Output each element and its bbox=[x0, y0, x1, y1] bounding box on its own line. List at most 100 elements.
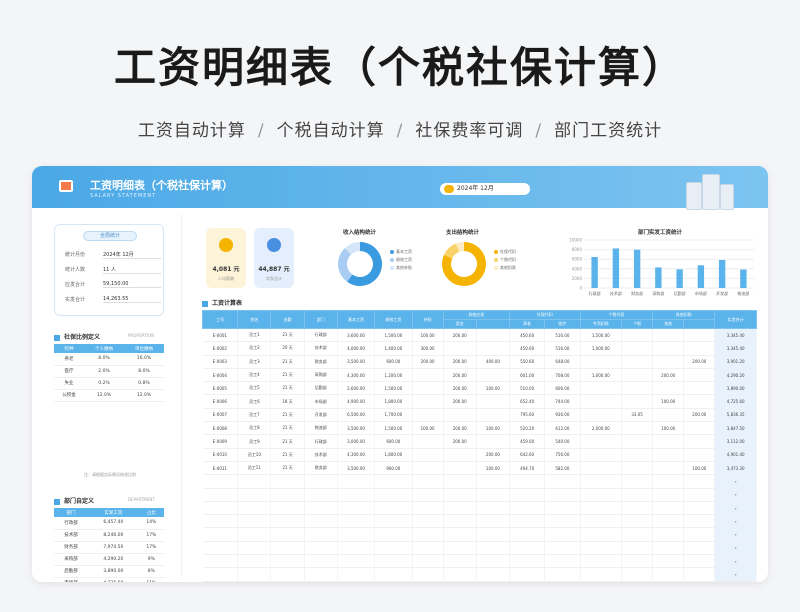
table-cell[interactable]: 技术部 bbox=[304, 341, 338, 356]
table-cell[interactable] bbox=[304, 554, 338, 569]
table-cell[interactable]: 200.00 bbox=[443, 421, 477, 436]
table-cell[interactable]: 8.0% bbox=[84, 353, 124, 366]
table-cell[interactable]: 员工3 bbox=[237, 355, 272, 369]
table-cell[interactable] bbox=[652, 501, 685, 516]
table-cell[interactable] bbox=[580, 567, 623, 582]
table-cell[interactable] bbox=[652, 434, 685, 449]
table-cell[interactable] bbox=[304, 501, 338, 516]
table-cell[interactable] bbox=[443, 527, 477, 542]
table-cell[interactable]: 失业 bbox=[54, 377, 84, 390]
table-cell[interactable] bbox=[237, 474, 272, 489]
table-cell[interactable] bbox=[621, 461, 654, 476]
table-cell[interactable]: 8,246.00 bbox=[88, 529, 139, 542]
table-cell[interactable] bbox=[621, 488, 654, 502]
table-cell[interactable]: 后勤部 bbox=[304, 381, 338, 396]
table-cell[interactable]: 540.00 bbox=[544, 434, 581, 449]
table-cell[interactable] bbox=[443, 567, 477, 582]
table-cell[interactable] bbox=[652, 341, 685, 356]
table-cell[interactable]: 8% bbox=[138, 565, 164, 578]
table-cell[interactable] bbox=[621, 567, 654, 582]
table-cell[interactable] bbox=[652, 567, 685, 582]
table-cell[interactable]: 200.00 bbox=[443, 368, 477, 383]
table-cell[interactable] bbox=[509, 488, 546, 502]
table-cell[interactable]: ▾ bbox=[714, 527, 757, 542]
table-cell[interactable]: 1,500.00 bbox=[374, 328, 413, 343]
table-cell[interactable]: 200.00 bbox=[652, 368, 685, 383]
table-cell[interactable]: 200.00 bbox=[443, 355, 477, 369]
table-cell[interactable]: 5,836.35 bbox=[714, 408, 757, 423]
table-cell[interactable] bbox=[374, 567, 413, 582]
table-cell[interactable]: 100.00 bbox=[476, 381, 511, 396]
table-cell[interactable] bbox=[580, 541, 623, 556]
table-cell[interactable]: 21 天 bbox=[270, 461, 305, 476]
table-cell[interactable] bbox=[652, 381, 685, 396]
table-cell[interactable]: 744.00 bbox=[544, 394, 581, 409]
table-cell[interactable]: 后勤部 bbox=[54, 565, 89, 578]
table-cell[interactable] bbox=[476, 341, 511, 356]
table-cell[interactable] bbox=[412, 527, 444, 542]
table-cell[interactable]: E-0002 bbox=[202, 341, 239, 356]
table-cell[interactable]: 6,457.40 bbox=[88, 517, 139, 530]
table-cell[interactable] bbox=[337, 567, 376, 582]
table-cell[interactable]: 18 天 bbox=[270, 394, 305, 409]
table-cell[interactable] bbox=[337, 501, 376, 516]
table-cell[interactable]: 100.00 bbox=[476, 421, 511, 436]
table-cell[interactable]: 21 天 bbox=[270, 408, 305, 423]
table-cell[interactable]: 技术部 bbox=[304, 448, 338, 462]
table-cell[interactable] bbox=[374, 474, 413, 489]
table-cell[interactable] bbox=[580, 394, 623, 409]
table-cell[interactable] bbox=[202, 527, 239, 542]
table-cell[interactable] bbox=[580, 448, 623, 462]
table-cell[interactable]: 550.60 bbox=[509, 355, 546, 369]
table-cell[interactable] bbox=[621, 554, 654, 569]
table-cell[interactable]: 21 天 bbox=[270, 421, 305, 436]
table-cell[interactable]: 648.00 bbox=[544, 355, 581, 369]
table-cell[interactable] bbox=[652, 355, 685, 369]
table-cell[interactable]: 2.0% bbox=[84, 365, 124, 378]
table-cell[interactable] bbox=[237, 501, 272, 516]
table-cell[interactable]: 200.00 bbox=[443, 381, 477, 396]
table-cell[interactable]: 3,473.30 bbox=[714, 461, 757, 476]
table-cell[interactable] bbox=[652, 527, 685, 542]
table-cell[interactable] bbox=[270, 541, 305, 556]
table-cell[interactable]: 2,000.00 bbox=[580, 421, 623, 436]
table-cell[interactable]: 1,400.00 bbox=[374, 341, 413, 356]
table-cell[interactable] bbox=[509, 474, 546, 489]
table-cell[interactable]: E-0008 bbox=[202, 421, 239, 436]
table-cell[interactable]: 3,847.50 bbox=[714, 421, 757, 436]
table-cell[interactable] bbox=[412, 501, 444, 516]
table-cell[interactable]: 450.60 bbox=[509, 341, 546, 356]
table-cell[interactable] bbox=[652, 514, 685, 529]
table-cell[interactable] bbox=[509, 527, 546, 542]
table-cell[interactable]: 技术部 bbox=[54, 529, 89, 542]
table-cell[interactable]: E-0011 bbox=[202, 461, 239, 476]
table-cell[interactable] bbox=[202, 514, 239, 529]
month-selector[interactable]: 2024年 12月 bbox=[440, 183, 530, 195]
table-cell[interactable]: 17% bbox=[138, 541, 164, 554]
table-cell[interactable]: ▾ bbox=[714, 514, 757, 529]
table-cell[interactable]: 16.0% bbox=[124, 353, 164, 366]
table-cell[interactable] bbox=[412, 541, 444, 556]
table-cell[interactable]: 1,800.00 bbox=[374, 448, 413, 462]
table-cell[interactable]: 公积金 bbox=[54, 389, 84, 402]
table-cell[interactable] bbox=[683, 394, 716, 409]
table-cell[interactable]: 4,290.20 bbox=[88, 553, 139, 566]
table-cell[interactable]: E-0009 bbox=[202, 434, 239, 449]
table-cell[interactable]: 4,901.40 bbox=[714, 448, 757, 462]
table-cell[interactable] bbox=[476, 514, 511, 529]
table-cell[interactable]: 4,290.20 bbox=[714, 368, 757, 383]
table-cell[interactable]: 450.60 bbox=[509, 328, 546, 343]
table-cell[interactable] bbox=[337, 488, 376, 502]
table-cell[interactable]: 1,500.00 bbox=[580, 328, 623, 343]
table-cell[interactable] bbox=[304, 527, 338, 542]
table-cell[interactable]: 1,000.00 bbox=[580, 341, 623, 356]
table-cell[interactable]: 员工6 bbox=[237, 394, 272, 409]
table-cell[interactable] bbox=[412, 567, 444, 582]
table-cell[interactable] bbox=[621, 501, 654, 516]
table-cell[interactable] bbox=[202, 474, 239, 489]
table-cell[interactable] bbox=[270, 501, 305, 516]
table-cell[interactable]: 520.20 bbox=[509, 421, 546, 436]
table-cell[interactable] bbox=[683, 328, 716, 343]
table-cell[interactable]: E-0003 bbox=[202, 355, 239, 369]
table-cell[interactable] bbox=[374, 488, 413, 502]
